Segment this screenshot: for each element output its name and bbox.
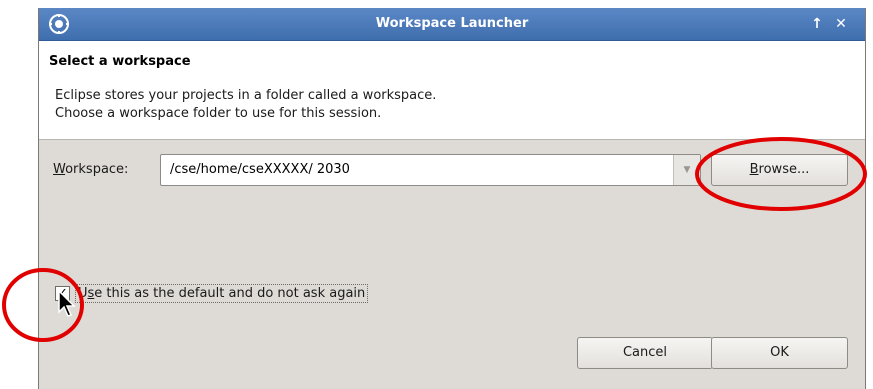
workspace-label-rest: orkspace: [65,162,129,177]
workspace-path-input[interactable]: /cse/home/cseXXXXX/ 2030 [170,162,350,177]
workspace-label: Workspace: [53,162,128,177]
workspace-launcher-dialog: Workspace Launcher ↑ ✕ Select a workspac… [38,8,866,389]
window-title: Workspace Launcher [375,16,529,31]
description-line-1: Eclipse stores your projects in a folder… [55,88,437,103]
maximize-button[interactable]: ↑ [809,8,825,40]
header-panel: Select a workspace Eclipse stores your p… [39,41,865,140]
header-description: Eclipse stores your projects in a folder… [55,87,436,123]
description-line-2: Choose a workspace folder to use for thi… [55,106,382,121]
cancel-button[interactable]: Cancel [577,337,713,369]
checkbox-label-first: U [78,286,88,301]
chevron-down-icon[interactable]: ▼ [673,155,700,185]
workspace-combo[interactable]: /cse/home/cseXXXXX/ 2030 ▼ [160,154,701,186]
workspace-label-mnemonic: W [53,162,66,177]
browse-button[interactable]: Browse... [711,154,848,186]
header-title: Select a workspace [49,54,191,69]
browse-label-rest: rowse... [758,162,810,177]
checkbox-label-rest: e this as the default and do not ask aga… [94,286,366,301]
title-bar: Workspace Launcher ↑ ✕ [39,8,865,41]
close-button[interactable]: ✕ [833,8,849,40]
ok-button[interactable]: OK [711,337,848,369]
mouse-pointer-icon [58,290,76,317]
default-checkbox-label[interactable]: Use this as the default and do not ask a… [75,284,369,303]
browse-mnemonic: B [749,162,759,177]
